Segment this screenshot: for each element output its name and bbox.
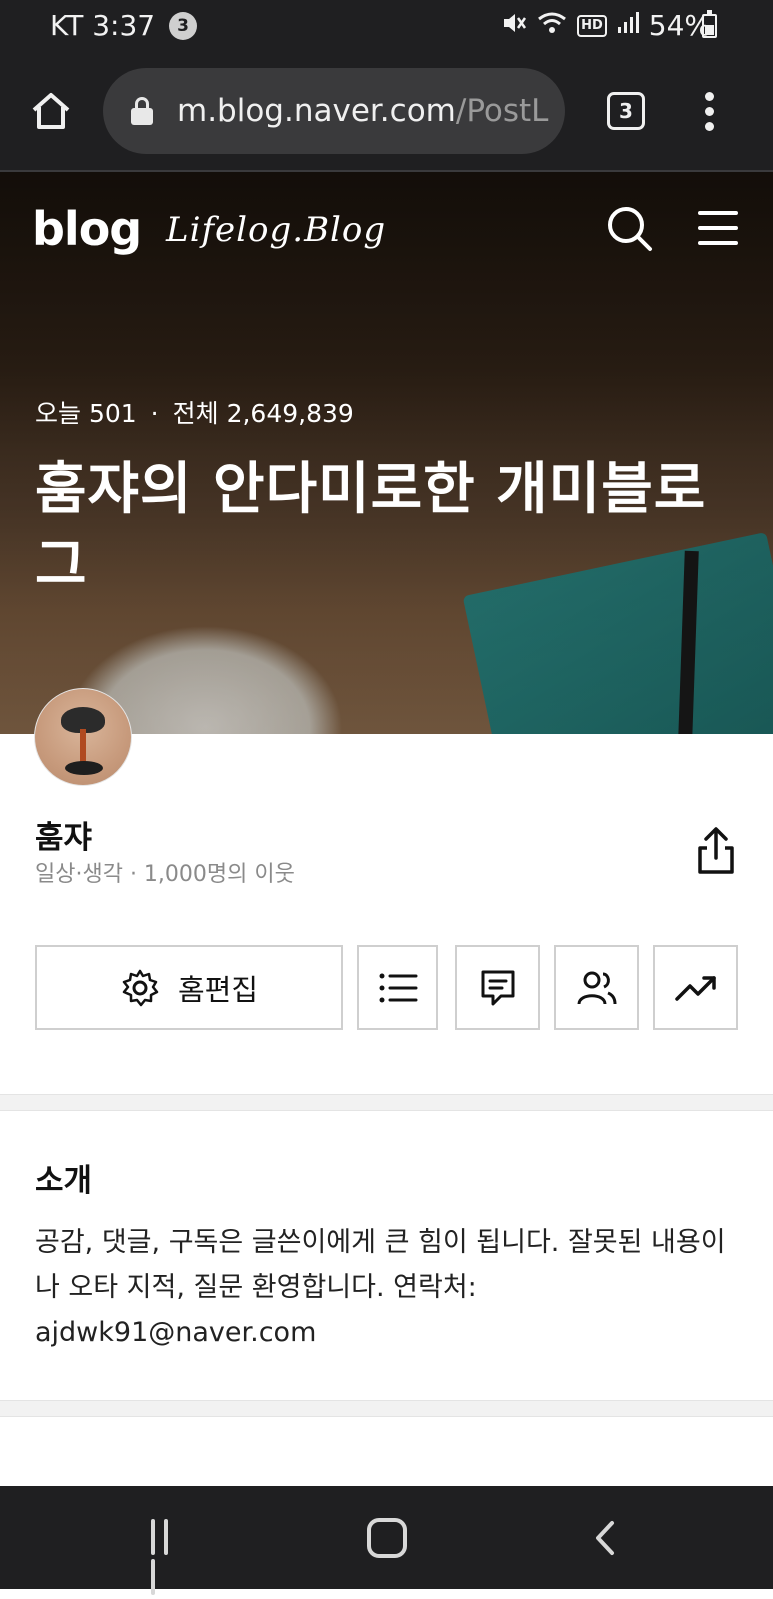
browser-toolbar: m.blog.naver.com/PostL 3 [0, 52, 773, 172]
section-divider [0, 1094, 773, 1111]
lock-icon [131, 97, 153, 125]
battery-icon [702, 10, 717, 38]
neighbors-button[interactable] [554, 945, 639, 1030]
blog-hero: blog Lifelog.Blog 오늘 501 · 전체 2,649,839 훔쟈… [0, 172, 773, 734]
total-visitors: 전체 2,649,839 [172, 399, 354, 428]
hamburger-menu-icon[interactable] [698, 208, 738, 248]
list-icon [379, 973, 417, 1002]
system-nav-bar [0, 1486, 773, 1595]
signal-icon [617, 11, 639, 41]
intro-heading: 소개 [35, 1163, 93, 1199]
wifi-icon [537, 11, 567, 41]
more-options-icon[interactable] [702, 92, 716, 132]
blog-title: 훔쟈의 안다미로한 개미블로그 [35, 457, 707, 598]
profile-subtitle: 일상·생각 · 1,000명의 이웃 [35, 862, 295, 887]
trending-up-icon [674, 975, 716, 1001]
comment-icon [481, 970, 514, 1005]
home-icon [32, 93, 70, 129]
statistics-button[interactable] [653, 945, 738, 1030]
mute-icon [501, 11, 527, 41]
url-host: m.blog.naver.com [177, 93, 456, 129]
url-path: /PostL [455, 93, 549, 129]
post-list-button[interactable] [357, 945, 438, 1030]
guestbook-button[interactable] [455, 945, 540, 1030]
nav-home-icon[interactable] [367, 1518, 407, 1558]
recent-apps-icon[interactable] [151, 1519, 189, 1595]
carrier-time: KT 3:37 [50, 9, 156, 42]
share-icon[interactable] [694, 826, 738, 876]
hd-voice-icon: HD [577, 14, 607, 37]
tab-switcher-button[interactable]: 3 [607, 92, 645, 130]
home-button[interactable] [30, 90, 72, 132]
intro-text: 공감, 댓글, 구독은 글쓴이에게 큰 힘이 됩니다. 잘못된 내용이나 오타 … [35, 1227, 726, 1348]
section-divider [0, 1400, 773, 1417]
notification-badge: 3 [169, 11, 198, 40]
status-right: HD 54% [501, 9, 711, 42]
home-edit-label: 홈편집 [177, 972, 259, 1007]
visitor-count: 오늘 501 · 전체 2,649,839 [35, 399, 354, 428]
status-bar: KT 3:37 3 HD 54% [0, 0, 773, 52]
status-left: KT 3:37 3 [50, 9, 198, 42]
blog-logo[interactable]: blog [32, 202, 142, 256]
gear-icon [122, 969, 159, 1006]
address-bar[interactable]: m.blog.naver.com/PostL [103, 68, 565, 154]
lifelog-logo[interactable]: Lifelog.Blog [166, 210, 386, 250]
avatar[interactable] [34, 688, 132, 786]
home-edit-button[interactable]: 홈편집 [35, 945, 343, 1030]
people-icon [577, 971, 616, 1004]
search-icon[interactable] [606, 205, 654, 253]
profile-name: 훔쟈 [35, 820, 93, 856]
back-icon[interactable] [590, 1520, 620, 1556]
today-visitors: 오늘 501 [35, 399, 137, 428]
